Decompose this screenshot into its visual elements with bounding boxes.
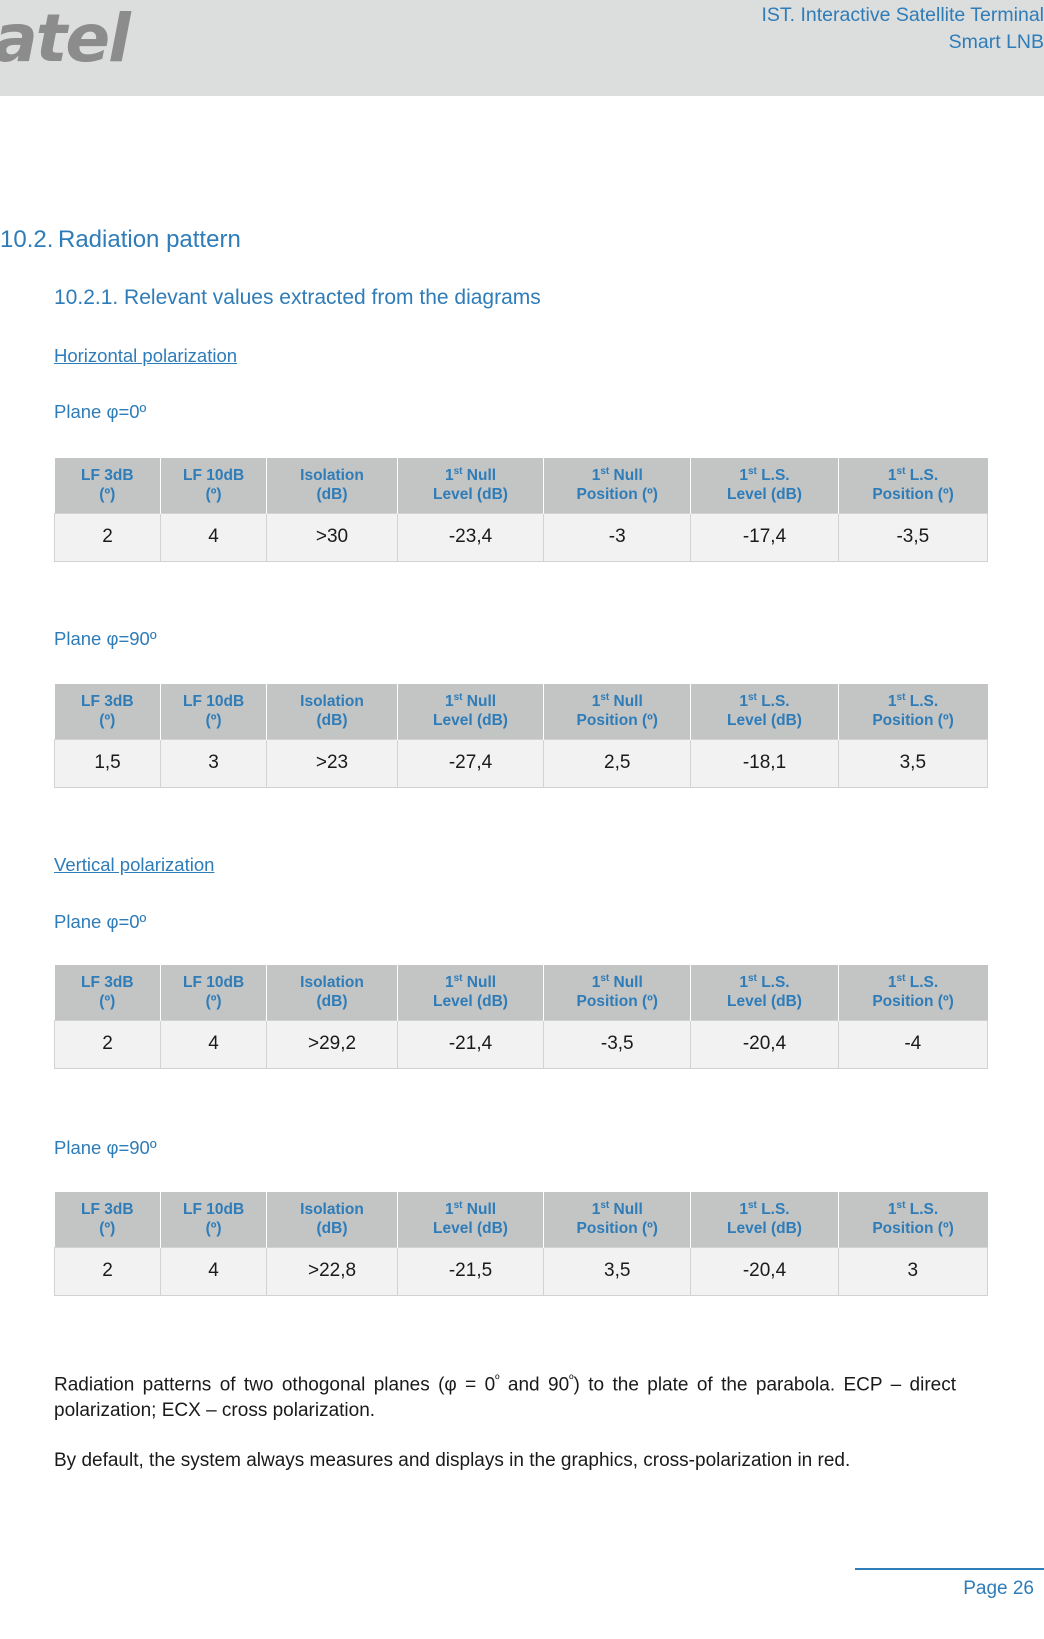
page-number: Page 26 [963,1578,1034,1599]
cell-isolation: >23 [266,739,398,788]
table-horizontal-plane-0: LF 3dB (º) LF 10dB (º) Isolation (dB) 1st N… [53,458,989,562]
col-null-position: 1st Null Position (º) [543,458,692,514]
cell-ls-position: 3 [838,1247,989,1296]
cell-null-level: -21,5 [397,1247,545,1296]
col-lf10db: LF 10dB (º) [160,458,268,514]
plane-label-vertical-90: Plane φ=90º [54,1137,157,1158]
table-horizontal-plane-90: LF 3dB (º) LF 10dB (º) Isolation (dB) 1st N… [53,684,989,788]
table-header-row: LF 3dB (º) LF 10dB (º) Isolation (dB) 1st N… [54,1192,988,1248]
table-row: 1,5 3 >23 -27,4 2,5 -18,1 3,5 [53,739,989,788]
col-isolation: Isolation (dB) [266,458,398,514]
paragraph-radiation-patterns: Radiation patterns of two othogonal plan… [54,1366,956,1424]
page-header: gatel IST. Interactive Satellite Termina… [0,0,1044,96]
col-ls-level: 1st L.S. Level (dB) [690,684,839,740]
cell-null-level: -21,4 [397,1020,545,1069]
cell-isolation: >30 [266,513,398,562]
table-header-row: LF 3dB (º) LF 10dB (º) Isolation (dB) 1st N… [54,684,988,740]
paragraph-part-2: and 90 [499,1374,570,1396]
subsection-heading: 10.2.1. Relevant values extracted from t… [54,286,541,309]
cell-lf3db: 2 [53,513,162,562]
col-null-level: 1st Null Level (dB) [397,965,545,1021]
plane-label-vertical-0: Plane φ=0º [54,911,147,932]
polarization-label-horizontal: Horizontal polarization [54,345,238,366]
cell-isolation: >22,8 [266,1247,398,1296]
col-ls-position: 1st L.S. Position (º) [838,965,988,1021]
col-lf3db: LF 3dB (º) [54,458,162,514]
section-title: Radiation pattern [58,226,241,253]
plane-label-horizontal-90: Plane φ=90º [54,628,157,649]
cell-null-level: -23,4 [397,513,545,562]
cell-null-position: 3,5 [543,1247,692,1296]
col-null-level: 1st Null Level (dB) [397,458,545,514]
cell-ls-level: -18,1 [690,739,839,788]
company-logo: gatel [0,0,131,77]
table-vertical-plane-0: LF 3dB (º) LF 10dB (º) Isolation (dB) 1st N… [53,965,989,1069]
col-ls-position: 1st L.S. Position (º) [838,1192,988,1248]
col-lf3db: LF 3dB (º) [54,965,162,1021]
cell-null-position: -3 [543,513,692,562]
col-null-position: 1st Null Position (º) [543,1192,692,1248]
col-null-level: 1st Null Level (dB) [397,684,545,740]
col-null-position: 1st Null Position (º) [543,965,692,1021]
col-null-level: 1st Null Level (dB) [397,1192,545,1248]
cell-lf10db: 4 [160,1247,268,1296]
paragraph-default-measurement: By default, the system always measures a… [54,1450,851,1471]
col-ls-level: 1st L.S. Level (dB) [690,1192,839,1248]
cell-null-level: -27,4 [397,739,545,788]
col-ls-position: 1st L.S. Position (º) [838,684,988,740]
cell-null-position: -3,5 [543,1020,692,1069]
cell-ls-position: -4 [838,1020,989,1069]
footer-divider [855,1568,1044,1570]
cell-ls-position: 3,5 [838,739,989,788]
cell-ls-position: -3,5 [838,513,989,562]
col-ls-position: 1st L.S. Position (º) [838,458,988,514]
table-row: 2 4 >30 -23,4 -3 -17,4 -3,5 [53,513,989,562]
header-title-line1: IST. Interactive Satellite Terminal [761,4,1044,26]
cell-ls-level: -20,4 [690,1247,839,1296]
plane-label-horizontal-0: Plane φ=0º [54,401,147,422]
col-null-position: 1st Null Position (º) [543,684,692,740]
cell-null-position: 2,5 [543,739,692,788]
polarization-label-vertical: Vertical polarization [54,854,215,875]
cell-ls-level: -17,4 [690,513,839,562]
table-row: 2 4 >22,8 -21,5 3,5 -20,4 3 [53,1247,989,1296]
table-header-row: LF 3dB (º) LF 10dB (º) Isolation (dB) 1st N… [54,458,988,514]
header-title-line2: Smart LNB [948,31,1044,53]
table-row: 2 4 >29,2 -21,4 -3,5 -20,4 -4 [53,1020,989,1069]
col-isolation: Isolation (dB) [266,965,398,1021]
col-lf3db: LF 3dB (º) [54,684,162,740]
col-ls-level: 1st L.S. Level (dB) [690,458,839,514]
cell-isolation: >29,2 [266,1020,398,1069]
table-header-row: LF 3dB (º) LF 10dB (º) Isolation (dB) 1st N… [54,965,988,1021]
col-lf10db: LF 10dB (º) [160,965,268,1021]
cell-lf10db: 3 [160,739,268,788]
col-lf3db: LF 3dB (º) [54,1192,162,1248]
col-isolation: Isolation (dB) [266,1192,398,1248]
cell-ls-level: -20,4 [690,1020,839,1069]
col-ls-level: 1st L.S. Level (dB) [690,965,839,1021]
col-lf10db: LF 10dB (º) [160,684,268,740]
col-lf10db: LF 10dB (º) [160,1192,268,1248]
cell-lf10db: 4 [160,513,268,562]
cell-lf3db: 2 [53,1020,162,1069]
page-footer: Page 26 [0,1568,1044,1618]
col-isolation: Isolation (dB) [266,684,398,740]
paragraph-part-1: Radiation patterns of two othogonal plan… [54,1374,496,1396]
cell-lf10db: 4 [160,1020,268,1069]
section-number: 10.2. [0,226,54,253]
header-title-block: IST. Interactive Satellite Terminal Smar… [761,2,1044,56]
cell-lf3db: 1,5 [53,739,162,788]
cell-lf3db: 2 [53,1247,162,1296]
section-heading: 10.2. Radiation pattern [0,226,241,254]
table-vertical-plane-90: LF 3dB (º) LF 10dB (º) Isolation (dB) 1st N… [53,1192,989,1296]
